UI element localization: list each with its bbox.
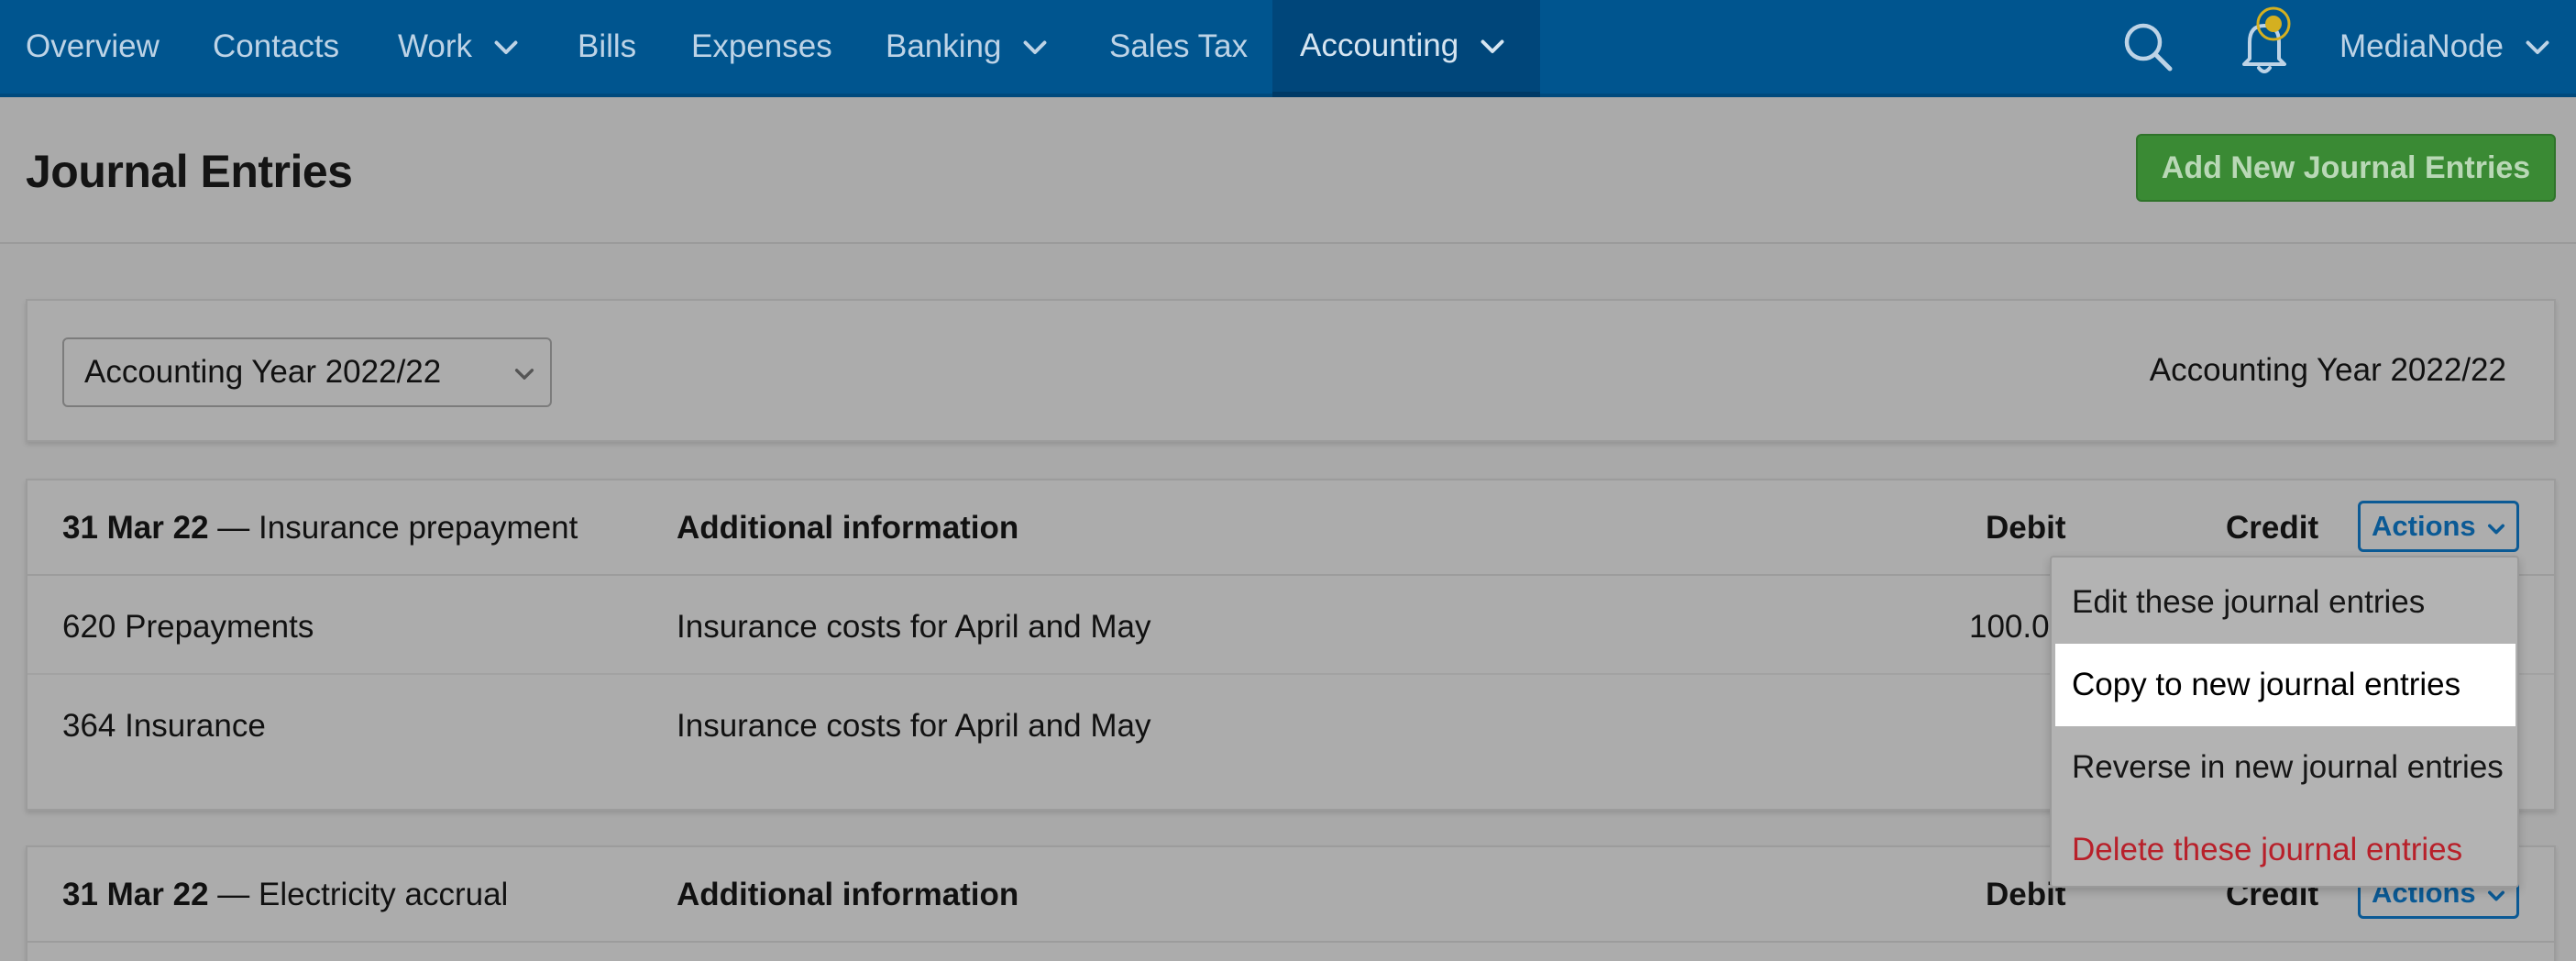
entry-description: Insurance prepayment (259, 510, 578, 546)
top-navigation-bar: Overview Contacts Work Bills Expenses Ba… (0, 0, 2576, 97)
entry-separator: — (217, 510, 250, 546)
menu-item-copy[interactable]: Copy to new journal entries (2055, 644, 2515, 726)
column-header-debit: Debit (1986, 510, 2066, 546)
nav-item-label: Sales Tax (1109, 28, 1249, 64)
entry-title: 31 Mar 22 — Insurance prepayment (62, 510, 578, 547)
row-info: Insurance costs for April and May (677, 708, 1151, 744)
chevron-down-icon (514, 369, 534, 380)
nav-item-banking[interactable]: Banking (886, 0, 1049, 94)
row-account: 364 Insurance (62, 708, 266, 744)
accounting-year-select[interactable]: Accounting Year 2022/22 (62, 337, 552, 407)
nav-item-accounting[interactable]: Accounting (1272, 0, 1540, 97)
menu-item-edit[interactable]: Edit these journal entries (2055, 561, 2515, 644)
nav-item-work[interactable]: Work (398, 0, 520, 94)
accounting-year-label: Accounting Year 2022/22 (2149, 352, 2506, 388)
account-menu[interactable]: MediaNode (2339, 0, 2551, 94)
account-name: MediaNode (2339, 28, 2504, 64)
menu-item-delete[interactable]: Delete these journal entries (2055, 809, 2515, 891)
chevron-down-icon (1481, 39, 1504, 53)
nav-item-label: Accounting (1300, 28, 1459, 63)
nav-item-expenses[interactable]: Expenses (691, 0, 832, 94)
actions-button[interactable]: Actions (2358, 501, 2519, 552)
menu-item-reverse[interactable]: Reverse in new journal entries (2055, 726, 2515, 809)
actions-button-label: Actions (2372, 510, 2476, 542)
chevron-down-icon (494, 40, 518, 54)
entry-separator: — (217, 877, 250, 912)
nav-item-label: Expenses (691, 28, 832, 64)
chevron-down-icon (2488, 524, 2504, 535)
chevron-down-icon (1024, 40, 1047, 54)
column-header-credit: Credit (2226, 510, 2319, 546)
nav-item-label: Bills (578, 28, 637, 64)
entry-description: Electricity accrual (259, 877, 509, 912)
notification-bell-icon[interactable] (2226, 2, 2303, 79)
add-journal-entries-button[interactable]: Add New Journal Entries (2136, 134, 2556, 202)
nav-item-label: Work (398, 28, 473, 64)
column-header-info: Additional information (677, 510, 1019, 546)
nav-item-label: Contacts (213, 28, 340, 64)
nav-item-contacts[interactable]: Contacts (213, 0, 339, 94)
nav-item-label: Banking (886, 28, 1002, 64)
entry-date: 31 Mar 22 (62, 510, 209, 546)
entry-title: 31 Mar 22 — Electricity accrual (62, 877, 508, 913)
page-title: Journal Entries (26, 146, 353, 197)
accounting-year-selected: Accounting Year 2022/22 (84, 354, 442, 390)
nav-item-overview[interactable]: Overview (26, 0, 160, 94)
nav-item-sales-tax[interactable]: Sales Tax (1109, 0, 1248, 94)
search-icon[interactable] (2119, 18, 2176, 75)
row-account: 620 Prepayments (62, 609, 314, 645)
nav-item-bills[interactable]: Bills (578, 0, 636, 94)
column-header-info: Additional information (677, 877, 1019, 912)
filter-card: Accounting Year 2022/22 Accounting Year … (26, 299, 2556, 442)
nav-item-label: Overview (26, 28, 160, 64)
actions-dropdown-menu: Edit these journal entries Copy to new j… (2050, 556, 2519, 888)
chevron-down-icon (2526, 40, 2549, 54)
row-info: Insurance costs for April and May (677, 609, 1151, 645)
row-debit: 100.0 (1969, 609, 2050, 645)
entry-date: 31 Mar 22 (62, 877, 209, 912)
page-header: Journal Entries Add New Journal Entries (0, 97, 2576, 244)
